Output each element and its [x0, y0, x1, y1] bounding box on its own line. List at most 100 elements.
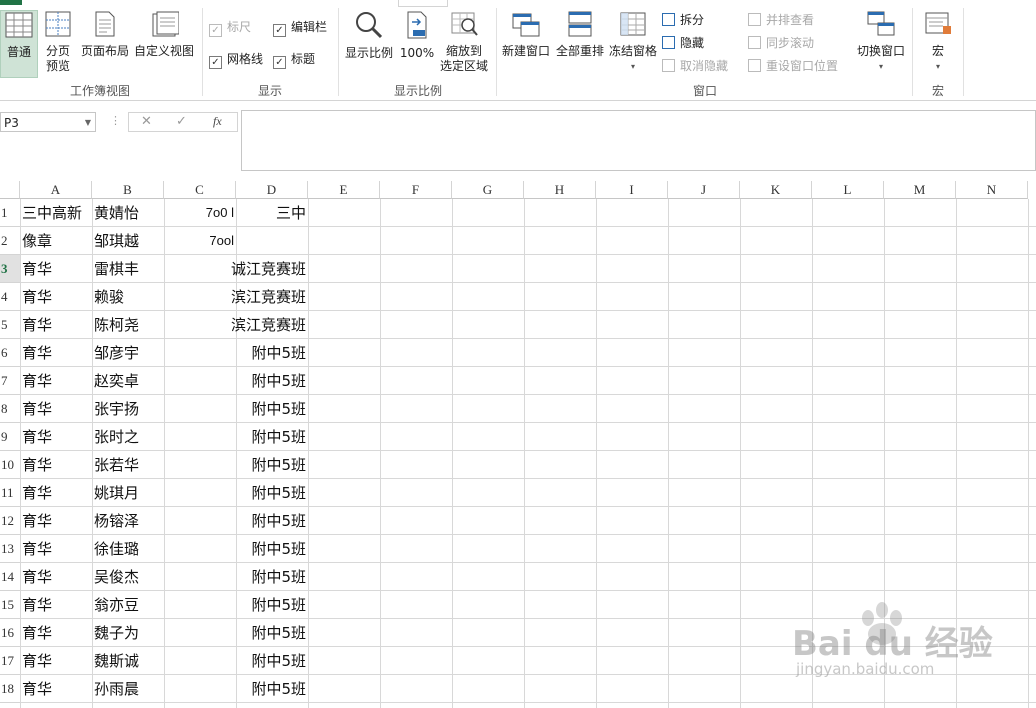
cell-b13[interactable]: 徐佳璐: [92, 535, 164, 563]
freeze-panes-button[interactable]: 冻结窗格 ▾: [607, 10, 659, 74]
cell-a2[interactable]: 像章: [20, 227, 92, 255]
row-header-4[interactable]: 4: [0, 283, 20, 311]
cell-d17[interactable]: 附中5班: [176, 647, 308, 675]
cell-a14[interactable]: 育华: [20, 563, 92, 591]
cell-d10[interactable]: 附中5班: [176, 451, 308, 479]
cell-b11[interactable]: 姚琪月: [92, 479, 164, 507]
column-header-g[interactable]: G: [452, 181, 524, 199]
cell-a18[interactable]: 育华: [20, 675, 92, 703]
column-header-m[interactable]: M: [884, 181, 956, 199]
cell-d8[interactable]: 附中5班: [176, 395, 308, 423]
cell-a17[interactable]: 育华: [20, 647, 92, 675]
cell-a12[interactable]: 育华: [20, 507, 92, 535]
row-header-3[interactable]: 3: [0, 255, 20, 283]
cell-b4[interactable]: 赖骏: [92, 283, 164, 311]
cell-d1[interactable]: 三中: [176, 199, 308, 227]
row-header-14[interactable]: 14: [0, 563, 20, 591]
row-header-6[interactable]: 6: [0, 339, 20, 367]
column-header-l[interactable]: L: [812, 181, 884, 199]
select-all-corner[interactable]: [0, 181, 20, 199]
zoom-to-selection-button[interactable]: 缩放到 选定区域: [438, 10, 490, 74]
cell-d5[interactable]: 滨江竞赛班: [176, 311, 308, 339]
cell-b3[interactable]: 雷棋丰: [92, 255, 164, 283]
cell-d9[interactable]: 附中5班: [176, 423, 308, 451]
sync-scroll-button[interactable]: 同步滚动: [748, 34, 814, 52]
cell-a11[interactable]: 育华: [20, 479, 92, 507]
cell-a1[interactable]: 三中高新: [20, 199, 92, 227]
column-header-b[interactable]: B: [92, 181, 164, 199]
arrange-all-button[interactable]: 全部重排: [554, 10, 606, 59]
normal-view-button[interactable]: 普通: [0, 10, 38, 78]
cancel-icon[interactable]: ✕: [141, 114, 152, 129]
cell-b12[interactable]: 杨镕泽: [92, 507, 164, 535]
cell-d12[interactable]: 附中5班: [176, 507, 308, 535]
cell-b2[interactable]: 邹琪越: [92, 227, 164, 255]
formula-bar-grip-icon[interactable]: ⋮: [110, 114, 121, 127]
zoom-100-button[interactable]: 100%: [399, 10, 435, 61]
cell-b14[interactable]: 吴俊杰: [92, 563, 164, 591]
cell-b16[interactable]: 魏子为: [92, 619, 164, 647]
row-header-13[interactable]: 13: [0, 535, 20, 563]
cell-d13[interactable]: 附中5班: [176, 535, 308, 563]
headings-checkbox[interactable]: ✓ 标题: [273, 50, 315, 69]
insert-function-icon[interactable]: fx: [213, 114, 222, 129]
cell-d14[interactable]: 附中5班: [176, 563, 308, 591]
row-header-19[interactable]: 19: [0, 703, 20, 708]
row-header-18[interactable]: 18: [0, 675, 20, 703]
cell-d3[interactable]: 诚江竞赛班: [176, 255, 308, 283]
cell-d15[interactable]: 附中5班: [176, 591, 308, 619]
cell-a19[interactable]: 育华: [20, 703, 92, 708]
cell-a6[interactable]: 育华: [20, 339, 92, 367]
cell-a10[interactable]: 育华: [20, 451, 92, 479]
column-header-c[interactable]: C: [164, 181, 236, 199]
page-break-preview-button[interactable]: 分页 预览: [40, 10, 76, 74]
cell-b5[interactable]: 陈柯尧: [92, 311, 164, 339]
cell-a15[interactable]: 育华: [20, 591, 92, 619]
page-layout-button[interactable]: 页面布局: [80, 10, 130, 59]
zoom-button[interactable]: 显示比例: [343, 10, 395, 61]
column-header-n[interactable]: N: [956, 181, 1028, 199]
cell-d16[interactable]: 附中5班: [176, 619, 308, 647]
cell-d19[interactable]: 附中5班: [176, 703, 308, 708]
cell-b8[interactable]: 张宇扬: [92, 395, 164, 423]
reset-position-button[interactable]: 重设窗口位置: [748, 57, 838, 75]
row-header-9[interactable]: 9: [0, 423, 20, 451]
cell-a3[interactable]: 育华: [20, 255, 92, 283]
cell-d11[interactable]: 附中5班: [176, 479, 308, 507]
cell-a8[interactable]: 育华: [20, 395, 92, 423]
row-header-15[interactable]: 15: [0, 591, 20, 619]
cell-a16[interactable]: 育华: [20, 619, 92, 647]
cell-d2[interactable]: [176, 227, 308, 255]
row-header-8[interactable]: 8: [0, 395, 20, 423]
cell-a13[interactable]: 育华: [20, 535, 92, 563]
cell-b1[interactable]: 黄婧怡: [92, 199, 164, 227]
unhide-button[interactable]: 取消隐藏: [662, 57, 728, 75]
cell-d18[interactable]: 附中5班: [176, 675, 308, 703]
row-header-10[interactable]: 10: [0, 451, 20, 479]
column-header-e[interactable]: E: [308, 181, 380, 199]
cell-b10[interactable]: 张若华: [92, 451, 164, 479]
switch-windows-button[interactable]: 切换窗口 ▾: [854, 10, 908, 74]
cell-d7[interactable]: 附中5班: [176, 367, 308, 395]
macros-button[interactable]: 宏 ▾: [918, 10, 958, 74]
formula-bar-checkbox[interactable]: ✓ 编辑栏: [273, 18, 327, 37]
row-header-2[interactable]: 2: [0, 227, 20, 255]
cell-b18[interactable]: 孙雨晨: [92, 675, 164, 703]
cell-a7[interactable]: 育华: [20, 367, 92, 395]
cell-b19[interactable]: 陈王浩: [92, 703, 164, 708]
row-header-16[interactable]: 16: [0, 619, 20, 647]
cell-a4[interactable]: 育华: [20, 283, 92, 311]
row-header-17[interactable]: 17: [0, 647, 20, 675]
formula-input[interactable]: [241, 110, 1036, 171]
column-header-j[interactable]: J: [668, 181, 740, 199]
row-header-11[interactable]: 11: [0, 479, 20, 507]
column-header-k[interactable]: K: [740, 181, 812, 199]
enter-icon[interactable]: ✓: [176, 114, 187, 129]
hide-button[interactable]: 隐藏: [662, 34, 704, 52]
column-header-h[interactable]: H: [524, 181, 596, 199]
cell-b17[interactable]: 魏斯诚: [92, 647, 164, 675]
column-header-d[interactable]: D: [236, 181, 308, 199]
cell-d6[interactable]: 附中5班: [176, 339, 308, 367]
side-by-side-button[interactable]: 并排查看: [748, 11, 814, 29]
name-box[interactable]: P3 ▼: [0, 112, 96, 132]
